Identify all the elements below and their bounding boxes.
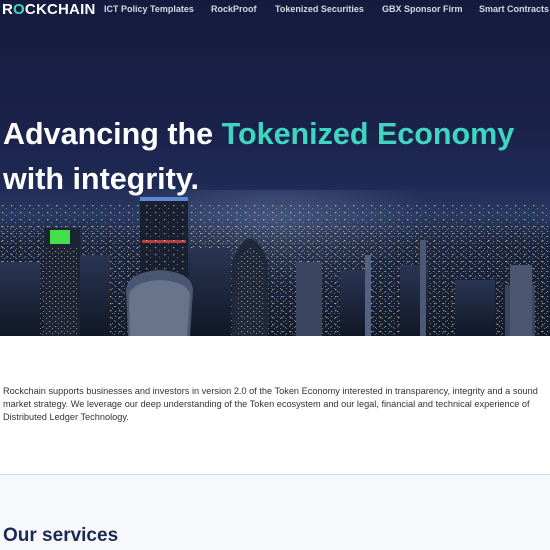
hero-section: ROCKCHAIN ICT Policy Templates RockProof… xyxy=(0,0,550,336)
logo-letters: CKCHAIN xyxy=(24,1,96,18)
nav-item-ict-policy-templates[interactable]: ICT Policy Templates xyxy=(104,4,194,15)
headline-accent-text: Tokenized Economy xyxy=(221,117,515,151)
hero-headline: Advancing the Tokenized Economy with inte… xyxy=(3,112,514,202)
logo-letters: R xyxy=(2,1,14,18)
nav-item-smart-contracts[interactable]: Smart Contracts xyxy=(479,4,549,15)
top-navigation: ROCKCHAIN ICT Policy Templates RockProof… xyxy=(0,0,550,20)
headline-second-line: with integrity. xyxy=(3,162,199,196)
nav-item-tokenized-securities[interactable]: Tokenized Securities xyxy=(275,4,364,15)
nav-item-gbx-sponsor-firm[interactable]: GBX Sponsor Firm xyxy=(382,4,463,15)
services-heading: Our services xyxy=(3,525,119,546)
headline-text: Advancing the xyxy=(3,117,222,151)
intro-paragraph: Rockchain supports businesses and invest… xyxy=(3,386,538,422)
nav-item-rockproof[interactable]: RockProof xyxy=(211,4,257,15)
rockchain-logo[interactable]: ROCKCHAIN xyxy=(2,1,96,18)
logo-accent-letter: O xyxy=(13,1,25,18)
